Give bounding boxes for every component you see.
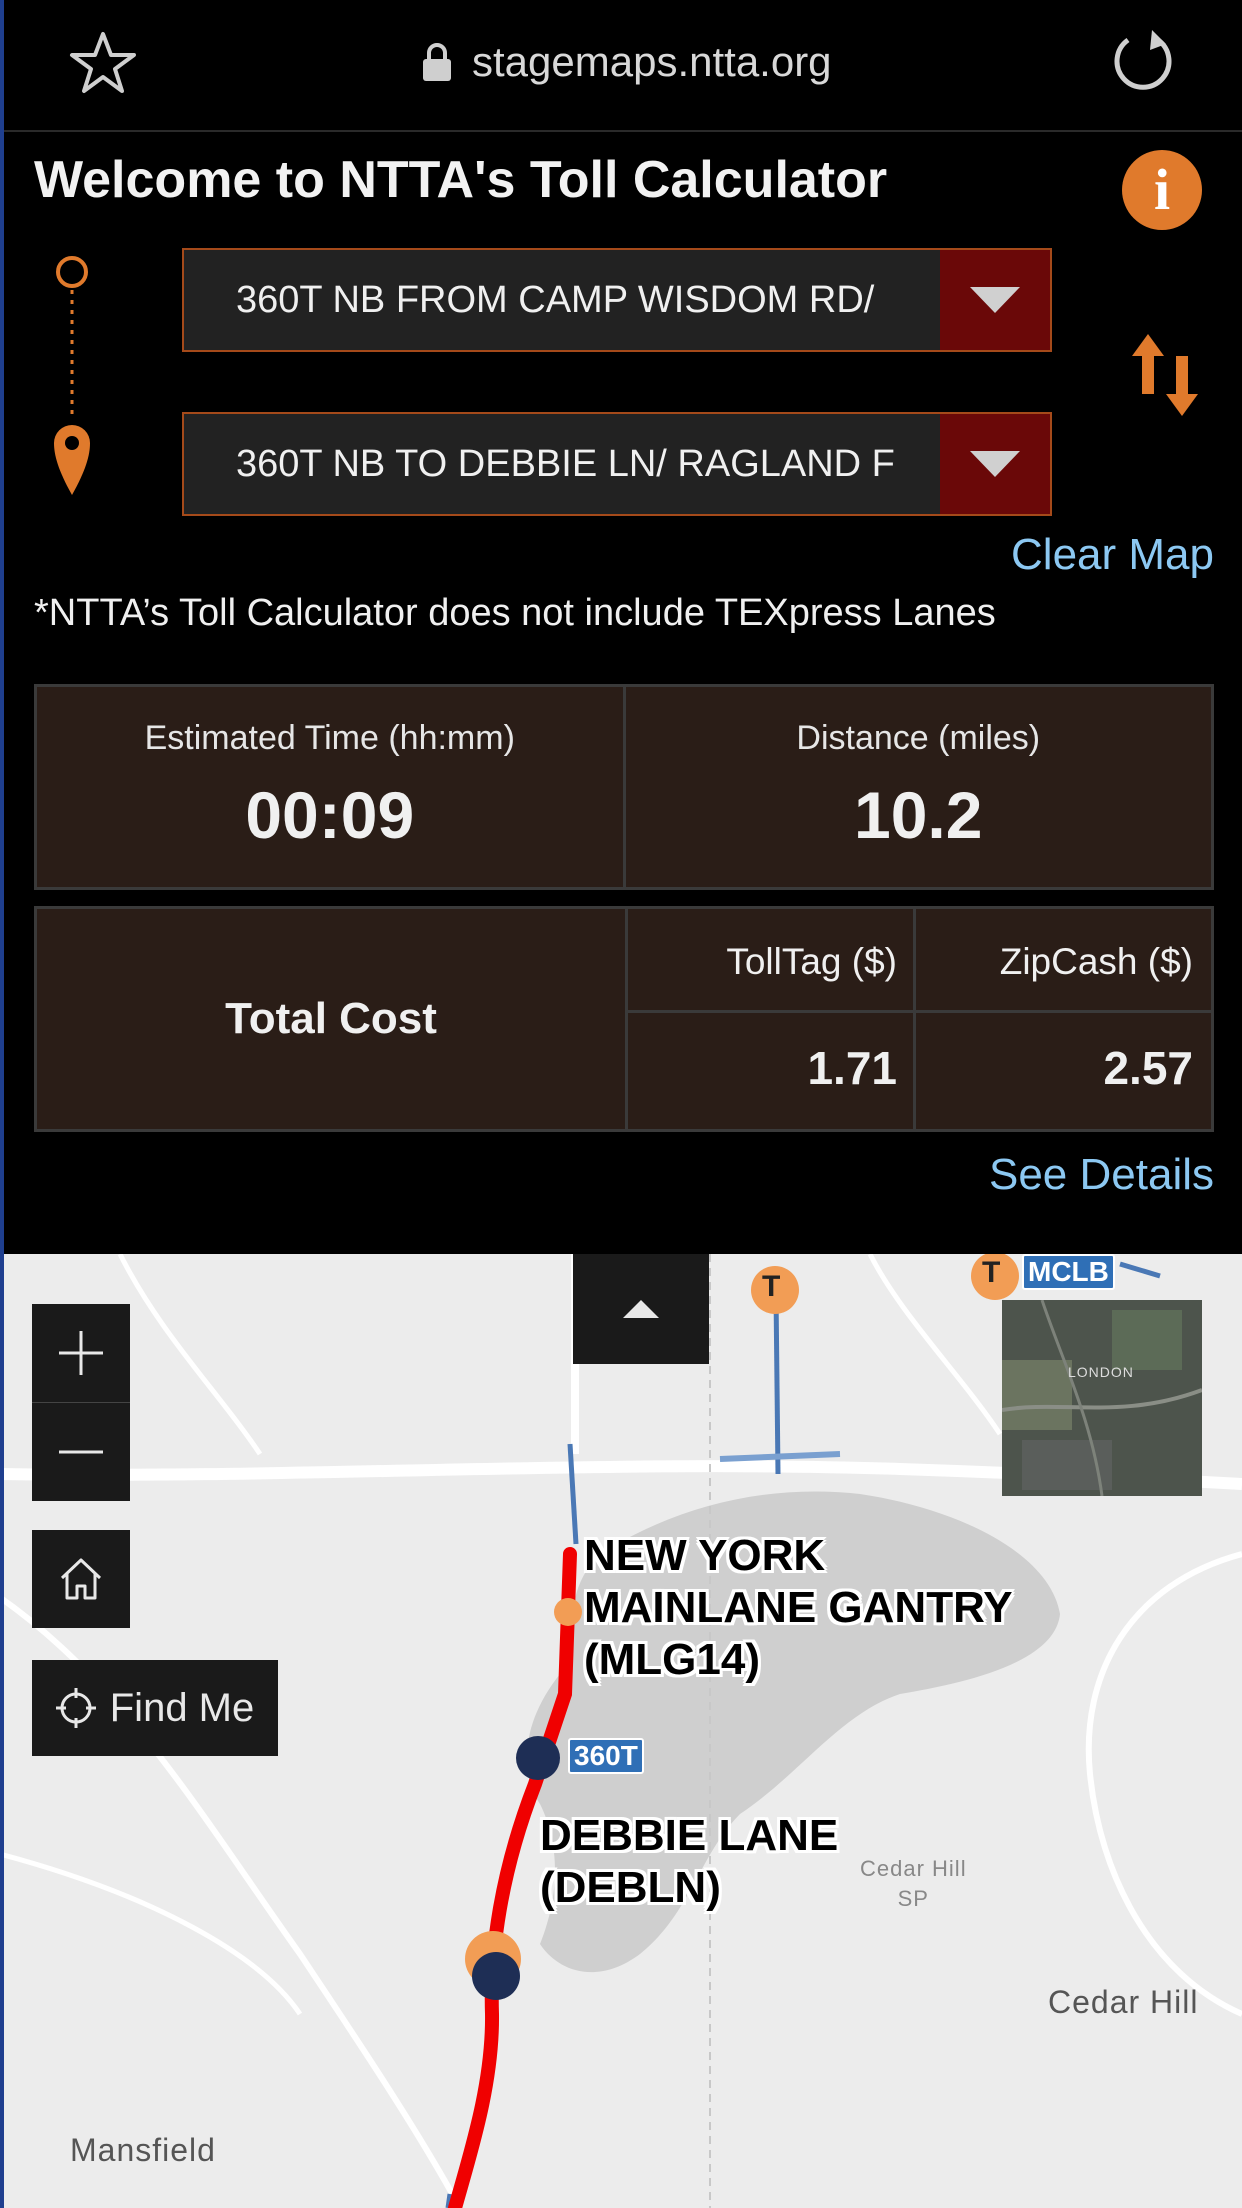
caret-up-icon — [623, 1300, 659, 1318]
collapse-panel-button[interactable] — [573, 1254, 709, 1364]
distance-value: 10.2 — [854, 778, 983, 852]
zipcash-header: ZipCash ($) — [916, 909, 1211, 1013]
estimated-time-label: Estimated Time (hh:mm) — [144, 719, 515, 757]
estimated-time-value: 00:09 — [245, 778, 415, 852]
estimated-time: Estimated Time (hh:mm) 00:09 — [37, 687, 623, 887]
gantry-label-mlg14-line1: NEW YORK — [584, 1531, 826, 1580]
bookmark-star-icon[interactable] — [68, 28, 138, 98]
from-dropdown-button[interactable] — [940, 250, 1050, 350]
find-me-button[interactable]: Find Me — [32, 1660, 278, 1756]
swap-route-icon[interactable] — [1130, 330, 1210, 420]
info-button[interactable]: i — [1122, 150, 1202, 230]
clear-map-link[interactable]: Clear Map — [1011, 530, 1214, 580]
toll-marker-1-label: T — [762, 1270, 781, 1303]
toll-marker-2-label: T — [982, 1256, 1001, 1289]
caret-down-icon — [970, 451, 1020, 477]
gantry-label-mlg14: NEW YORK MAINLANE GANTRY (MLG14) — [584, 1530, 1013, 1686]
place-mansfield: Mansfield — [70, 2132, 216, 2168]
info-icon: i — [1153, 157, 1171, 222]
gantry-label-debln-line2: (DEBLN) — [540, 1863, 721, 1912]
disclaimer-text: *NTTA’s Toll Calculator does not include… — [34, 592, 996, 634]
left-edge — [0, 0, 4, 2208]
zipcash-value: 2.57 — [1103, 1042, 1193, 1094]
distance: Distance (miles) 10.2 — [622, 687, 1212, 887]
to-select-value: 360T NB TO DEBBIE LN/ RAGLAND F — [236, 443, 895, 485]
reload-icon[interactable] — [1108, 26, 1178, 96]
locate-icon — [55, 1688, 96, 1728]
distance-label: Distance (miles) — [796, 719, 1041, 757]
tolltag-header: TollTag ($) — [628, 909, 916, 1013]
plus-icon — [59, 1331, 103, 1375]
satellite-thumbnail — [1002, 1300, 1202, 1496]
home-icon — [60, 1558, 102, 1600]
total-cost-table: Total Cost TollTag ($) ZipCash ($) 1.71 … — [34, 906, 1214, 1132]
tolltag-value: 1.71 — [628, 1013, 916, 1129]
map-view[interactable]: Cedar Hill Cedar Hill SP Mansfield T T M… — [0, 1254, 1242, 2208]
address-bar[interactable]: stagemaps.ntta.org — [420, 32, 832, 92]
url-text: stagemaps.ntta.org — [472, 38, 832, 85]
gantry-label-mlg14-line3: (MLG14) — [584, 1635, 760, 1684]
place-cedar-hill: Cedar Hill — [1048, 1984, 1199, 2020]
route-origin-destination-icon — [54, 256, 90, 495]
to-select[interactable]: 360T NB TO DEBBIE LN/ RAGLAND F — [182, 412, 1052, 516]
basemap-toggle[interactable]: LONDON — [1002, 1300, 1202, 1496]
zoom-out-button[interactable] — [32, 1402, 130, 1501]
gantry-label-debln: DEBBIE LANE (DEBLN) — [540, 1810, 838, 1914]
gantry-label-mlg14-line2: MAINLANE GANTRY — [584, 1583, 1013, 1632]
from-select-value: 360T NB FROM CAMP WISDOM RD/ — [236, 279, 875, 321]
minus-icon — [59, 1450, 103, 1454]
divider — [0, 130, 1242, 132]
from-select[interactable]: 360T NB FROM CAMP WISDOM RD/ — [182, 248, 1052, 352]
place-cedar-hill-sp: Cedar Hill SP — [860, 1854, 967, 1914]
360t-shield: 360T — [568, 1738, 644, 1774]
trip-stats: Estimated Time (hh:mm) 00:09 Distance (m… — [34, 684, 1214, 890]
browser-bar: stagemaps.ntta.org — [0, 0, 1242, 128]
find-me-label: Find Me — [109, 1685, 255, 1730]
home-button[interactable] — [32, 1530, 130, 1628]
total-cost-label: Total Cost — [37, 909, 628, 1129]
see-details-link[interactable]: See Details — [989, 1150, 1214, 1200]
to-dropdown-button[interactable] — [940, 414, 1050, 514]
mclb-shield: MCLB — [1022, 1254, 1115, 1290]
caret-down-icon — [970, 287, 1020, 313]
thumbnail-label: LONDON — [1068, 1364, 1134, 1380]
page-title: Welcome to NTTA's Toll Calculator — [34, 151, 888, 209]
lock-icon — [423, 43, 451, 81]
zoom-in-button[interactable] — [32, 1304, 130, 1402]
gantry-label-debln-line1: DEBBIE LANE — [540, 1811, 839, 1860]
place-cedar-hill-sp-suffix: SP — [897, 1886, 929, 1911]
place-cedar-hill-sp-name: Cedar Hill — [860, 1856, 967, 1881]
